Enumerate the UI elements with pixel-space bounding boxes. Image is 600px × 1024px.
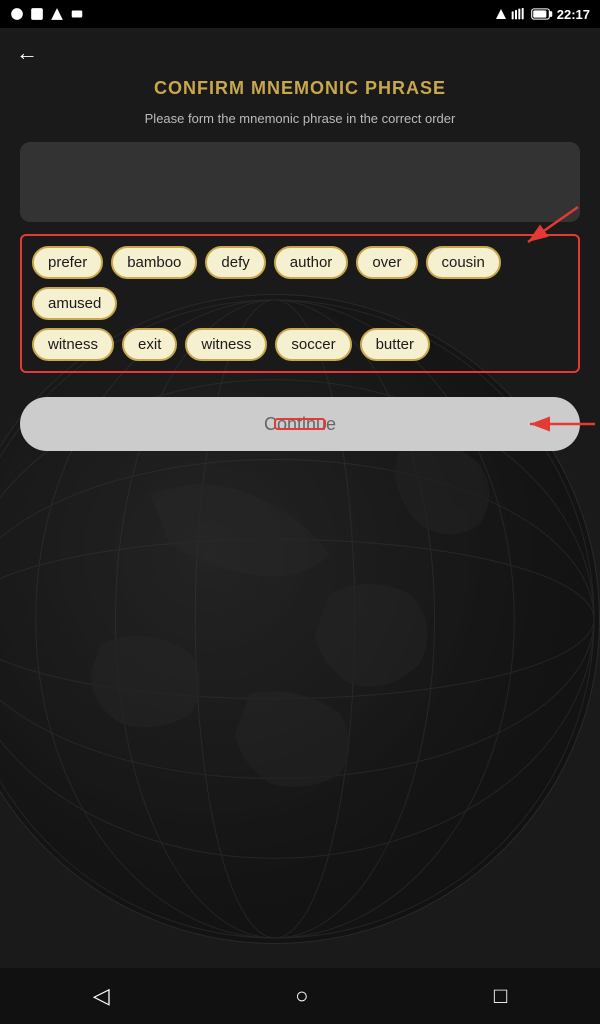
- word-chip-cousin[interactable]: cousin: [426, 246, 501, 279]
- word-chip-butter[interactable]: butter: [360, 328, 430, 361]
- word-chip-defy[interactable]: defy: [205, 246, 265, 279]
- continue-wrapper: Continue: [20, 397, 580, 451]
- status-indicators: 22:17: [495, 7, 590, 22]
- nav-recent-icon[interactable]: □: [494, 983, 507, 1009]
- nav-back-icon[interactable]: ◁: [93, 983, 110, 1009]
- nav-home-icon[interactable]: ○: [295, 983, 308, 1009]
- word-chip-prefer[interactable]: prefer: [32, 246, 103, 279]
- word-chip-soccer[interactable]: soccer: [275, 328, 351, 361]
- bottom-navigation: ◁ ○ □: [0, 968, 600, 1024]
- top-navigation: ←: [0, 28, 600, 78]
- word-row-1: prefer bamboo defy author over cousin am…: [32, 246, 568, 320]
- word-chip-over[interactable]: over: [356, 246, 417, 279]
- word-row-2: witness exit witness soccer butter: [32, 328, 568, 361]
- word-chip-bamboo[interactable]: bamboo: [111, 246, 197, 279]
- main-content: CONFIRM MNEMONIC PHRASE Please form the …: [0, 78, 600, 451]
- page-title: CONFIRM MNEMONIC PHRASE: [20, 78, 580, 99]
- back-button[interactable]: ←: [16, 40, 38, 66]
- phrase-input-area[interactable]: [20, 142, 580, 222]
- word-chip-witness-2[interactable]: witness: [185, 328, 267, 361]
- arrow-to-phrase: [498, 202, 588, 252]
- word-grid-container: prefer bamboo defy author over cousin am…: [20, 234, 580, 373]
- status-bar: 22:17: [0, 0, 600, 28]
- word-chip-author[interactable]: author: [274, 246, 349, 279]
- word-chip-exit[interactable]: exit: [122, 328, 177, 361]
- page-subtitle: Please form the mnemonic phrase in the c…: [20, 111, 580, 126]
- time-display: 22:17: [557, 7, 590, 22]
- word-chip-witness-1[interactable]: witness: [32, 328, 114, 361]
- arrow-to-continue: [520, 409, 600, 439]
- notification-icons: [10, 7, 84, 21]
- continue-button[interactable]: Continue: [20, 397, 580, 451]
- word-chip-amused[interactable]: amused: [32, 287, 117, 320]
